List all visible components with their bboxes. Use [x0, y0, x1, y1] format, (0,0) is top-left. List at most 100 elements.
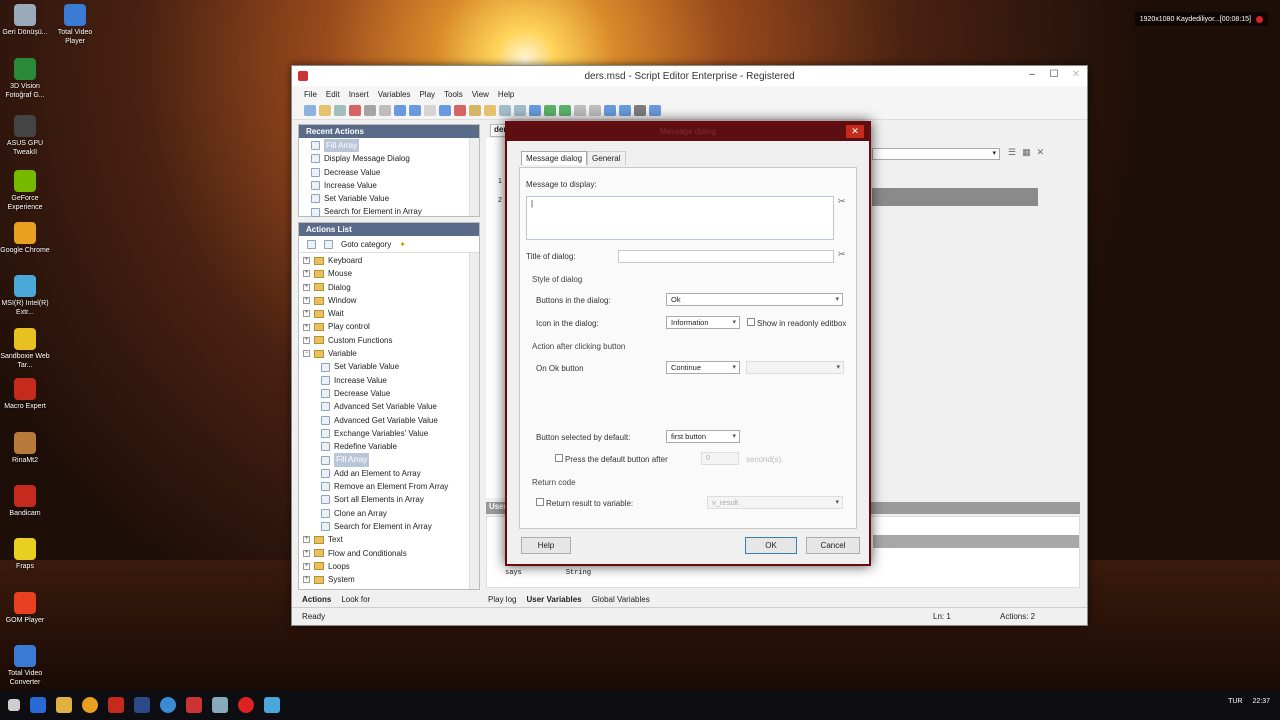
toolbar-button-icon[interactable]	[634, 105, 646, 116]
toolbar-button-icon[interactable]	[544, 105, 556, 116]
toolbar-button-icon[interactable]	[559, 105, 571, 116]
collapse-all-icon[interactable]	[324, 239, 333, 249]
action-item[interactable]: Remove an Element From Array	[303, 480, 479, 493]
action-item[interactable]: Advanced Get Variable Value	[303, 414, 479, 427]
action-item[interactable]: Fill Array	[303, 453, 479, 467]
category-item[interactable]: + Loops	[303, 560, 479, 573]
desktop-icon[interactable]: Fraps	[0, 538, 50, 571]
desktop-icon[interactable]: ASUS GPU TweakII	[0, 115, 50, 157]
desktop-icon[interactable]: Sandboxie Web Tar...	[0, 328, 50, 370]
ok-button[interactable]: OK	[745, 537, 797, 554]
menu-file[interactable]: File	[304, 90, 317, 99]
tab-play-log[interactable]: Play log	[488, 595, 516, 604]
app-cyan-icon[interactable]	[264, 697, 280, 713]
expander-icon[interactable]: +	[303, 310, 310, 318]
recent-action-item[interactable]: Increase Value	[311, 179, 479, 192]
desktop-icon[interactable]: Macro Expert	[0, 378, 50, 411]
toolbar-button-icon[interactable]	[499, 105, 511, 116]
menu-play[interactable]: Play	[419, 90, 435, 99]
expander-icon[interactable]: +	[303, 576, 310, 584]
toolbar-button-icon[interactable]	[589, 105, 601, 116]
expander-icon[interactable]: +	[303, 336, 310, 344]
toolbar-button-icon[interactable]	[484, 105, 496, 116]
recent-action-item[interactable]: Fill Array	[311, 139, 479, 153]
actions-scrollbar[interactable]	[469, 253, 479, 589]
action-item[interactable]: Search for Element in Array	[303, 520, 479, 533]
desktop-icon[interactable]: GOM Player	[0, 592, 50, 625]
toolbar-button-icon[interactable]	[424, 105, 436, 116]
menu-edit[interactable]: Edit	[326, 90, 340, 99]
start-icon[interactable]	[8, 699, 20, 711]
action-item[interactable]: Decrease Value	[303, 387, 479, 400]
expander-icon[interactable]: +	[303, 270, 310, 278]
cancel-button[interactable]: Cancel	[806, 537, 860, 554]
toolbar-button-icon[interactable]	[394, 105, 406, 116]
toolbar-button-icon[interactable]	[364, 105, 376, 116]
default-button-select[interactable]: first button	[666, 430, 740, 443]
action-item[interactable]: Add an Element to Array	[303, 467, 479, 480]
menu-insert[interactable]: Insert	[349, 90, 369, 99]
category-item[interactable]: + Flow and Conditionals	[303, 547, 479, 560]
desktop-icon[interactable]: Total Video Converter	[0, 645, 50, 687]
menu-tools[interactable]: Tools	[444, 90, 463, 99]
clock[interactable]: 22:37	[1252, 698, 1270, 705]
category-item[interactable]: + Mouse	[303, 267, 479, 280]
toolbar-button-icon[interactable]	[379, 105, 391, 116]
app-gray-icon[interactable]	[212, 697, 228, 713]
toolbar-button-icon[interactable]	[409, 105, 421, 116]
recent-action-item[interactable]: Search for Element in Array	[311, 205, 479, 218]
record-stop-icon[interactable]	[1256, 15, 1263, 23]
bandicam-icon[interactable]	[238, 697, 254, 713]
tab-actions[interactable]: Actions	[302, 595, 331, 604]
desktop-icon[interactable]: Geri Dönüşü...	[0, 4, 50, 37]
category-item[interactable]: + Text	[303, 533, 479, 546]
desktop-icon[interactable]: RinaMt2	[0, 432, 50, 465]
action-item[interactable]: Advanced Set Variable Value	[303, 400, 479, 413]
action-item[interactable]: Clone an Array	[303, 507, 479, 520]
on-ok-select[interactable]: Continue	[666, 361, 740, 374]
expander-icon[interactable]: +	[303, 297, 310, 305]
expander-icon[interactable]: +	[303, 257, 310, 265]
script-area[interactable]	[872, 171, 1083, 496]
tab-look-for[interactable]: Look for	[341, 595, 370, 604]
press-seconds-input[interactable]: 0	[701, 452, 739, 465]
recent-action-item[interactable]: Set Variable Value	[311, 192, 479, 205]
toolbar-button-icon[interactable]	[469, 105, 481, 116]
press-default-checkbox[interactable]	[555, 454, 563, 462]
toolbar-button-icon[interactable]	[619, 105, 631, 116]
dialog-close-button[interactable]: ✕	[846, 125, 864, 138]
goto-star-icon[interactable]: ✦	[399, 240, 406, 249]
toolbar-button-icon[interactable]	[514, 105, 526, 116]
editor-list-icon[interactable]: ☰	[1008, 147, 1016, 158]
tab-general[interactable]: General	[587, 151, 626, 165]
desktop-icon[interactable]: Google Chrome	[0, 222, 50, 255]
action-item[interactable]: Exchange Variables' Value	[303, 427, 479, 440]
toolbar-button-icon[interactable]	[574, 105, 586, 116]
help-button[interactable]: Help	[521, 537, 571, 554]
toolbar-button-icon[interactable]	[319, 105, 331, 116]
menu-variables[interactable]: Variables	[378, 90, 411, 99]
desktop-icon[interactable]: MSI(R) Intel(R) Extr...	[0, 275, 50, 317]
on-ok-target-select[interactable]	[746, 361, 844, 374]
expander-icon[interactable]: +	[303, 323, 310, 331]
desktop-icon[interactable]: Bandicam	[0, 485, 50, 518]
icon-select[interactable]: Information	[666, 316, 740, 329]
close-button[interactable]: ✕	[1065, 66, 1087, 84]
category-item[interactable]: + Wait	[303, 307, 479, 320]
variable-row[interactable]: says String	[505, 569, 591, 577]
title-input[interactable]	[618, 250, 834, 263]
category-item[interactable]: + Custom Functions	[303, 334, 479, 347]
editor-combo[interactable]: ▾	[872, 148, 1000, 160]
expander-icon[interactable]: +	[303, 549, 310, 557]
toolbar-button-icon[interactable]	[649, 105, 661, 116]
goto-category-button[interactable]: Goto category	[341, 240, 391, 249]
category-item[interactable]: + System	[303, 573, 479, 586]
category-item[interactable]: + Keyboard	[303, 254, 479, 267]
toolbar-button-icon[interactable]	[304, 105, 316, 116]
category-item[interactable]: + Window	[303, 294, 479, 307]
message-insert-variable-icon[interactable]: ✂	[838, 196, 846, 207]
menu-view[interactable]: View	[472, 90, 489, 99]
app-blue-icon[interactable]	[134, 697, 150, 713]
action-item[interactable]: Increase Value	[303, 374, 479, 387]
toolbar-button-icon[interactable]	[454, 105, 466, 116]
